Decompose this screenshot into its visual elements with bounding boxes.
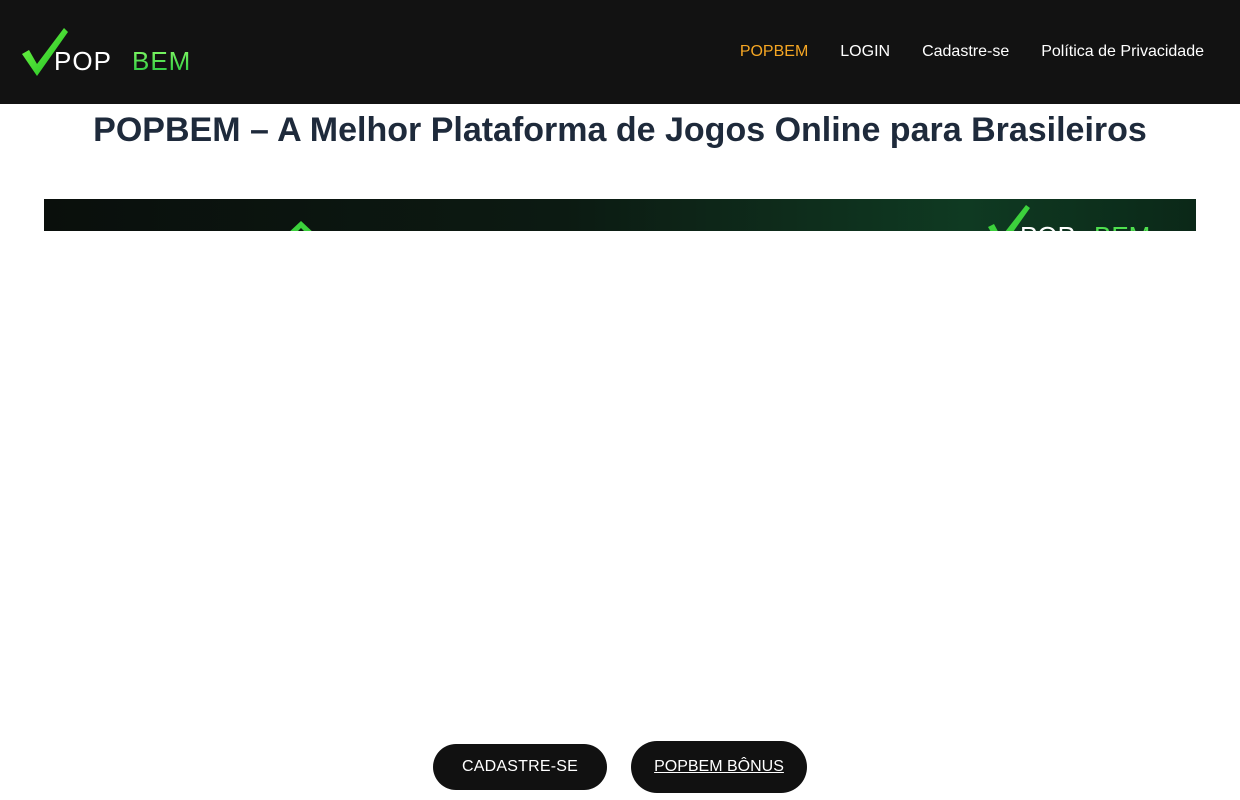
hero-banner: POP BEM [44, 199, 1196, 231]
svg-text:POP: POP [1020, 221, 1075, 231]
bonus-button[interactable]: POPBEM BÔNUS [631, 741, 807, 793]
banner-popbem-logo: POP BEM [988, 205, 1150, 231]
signup-button[interactable]: CADASTRE-SE [433, 744, 607, 790]
nav-item-login[interactable]: LOGIN [840, 43, 890, 61]
nav-item-privacy-policy[interactable]: Política de Privacidade [1041, 43, 1204, 61]
cta-row: CADASTRE-SE POPBEM BÔNUS [0, 741, 1240, 793]
nav-item-popbem[interactable]: POPBEM [740, 43, 808, 61]
popbem-logo[interactable]: POP BEM [20, 26, 216, 78]
banner-arrow-icon [290, 221, 312, 231]
nav-item-cadastre-se[interactable]: Cadastre-se [922, 43, 1009, 61]
page-title: POPBEM – A Melhor Plataforma de Jogos On… [93, 111, 1147, 149]
svg-text:BEM: BEM [132, 46, 191, 76]
site-header: POP BEM POPBEM LOGIN Cadastre-se Polític… [0, 0, 1240, 104]
main-nav: POPBEM LOGIN Cadastre-se Política de Pri… [740, 0, 1204, 104]
svg-text:POP: POP [54, 46, 112, 76]
svg-text:BEM: BEM [1094, 221, 1150, 231]
